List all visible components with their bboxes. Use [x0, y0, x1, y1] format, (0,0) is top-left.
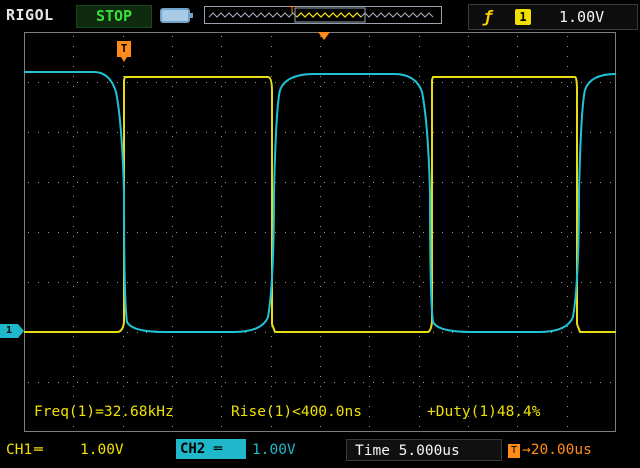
battery-icon — [160, 8, 193, 23]
trigger-point-marker[interactable]: T — [117, 41, 131, 62]
ch2-label-active[interactable]: CH2 ═ — [176, 439, 246, 459]
memory-waveform-icon — [208, 7, 434, 23]
memory-position-indicator[interactable]: T — [204, 5, 442, 24]
bottom-status-bar: CH1 ═ 1.00V CH2 ═ 1.00V Time 5.000us T →2… — [0, 436, 640, 468]
trigger-level: 1.00V — [559, 8, 605, 26]
trigger-delay-value: 20.00us — [530, 442, 592, 458]
ch1-label[interactable]: CH1 — [6, 442, 32, 458]
ch2-label: CH2 — [180, 441, 206, 457]
run-stop-status[interactable]: STOP — [76, 5, 152, 28]
trigger-settings[interactable]: ƒ 1 1.00V — [468, 4, 638, 30]
brand-label: RIGOL — [6, 6, 54, 24]
trigger-position-arrow — [318, 32, 330, 40]
dc-coupling-icon: ═ — [213, 441, 223, 457]
frequency-measurement: Freq(1)=32.68kHz — [34, 404, 174, 420]
trigger-delay-icon: T — [508, 444, 520, 458]
trigger-delay[interactable]: T →20.00us — [508, 442, 592, 458]
trigger-source-channel: 1 — [515, 9, 531, 25]
ch1-ground-marker[interactable]: 1 — [0, 324, 24, 338]
top-status-bar: RIGOL STOP T ƒ 1 1.00V — [0, 0, 640, 32]
waveform-display[interactable] — [24, 32, 616, 432]
dc-coupling-icon: ═ — [34, 442, 43, 458]
timebase[interactable]: Time 5.000us — [346, 439, 502, 461]
memory-trigger-marker: T — [289, 5, 296, 16]
ch1-scale[interactable]: 1.00V — [80, 442, 124, 458]
ch2-scale[interactable]: 1.00V — [252, 442, 296, 458]
duty-cycle-measurement: +Duty(1)48.4% — [427, 404, 541, 420]
rise-time-measurement: Rise(1)<400.0ns — [231, 404, 362, 420]
rising-edge-icon: ƒ — [483, 7, 493, 26]
arrow-right-icon: → — [522, 442, 531, 458]
